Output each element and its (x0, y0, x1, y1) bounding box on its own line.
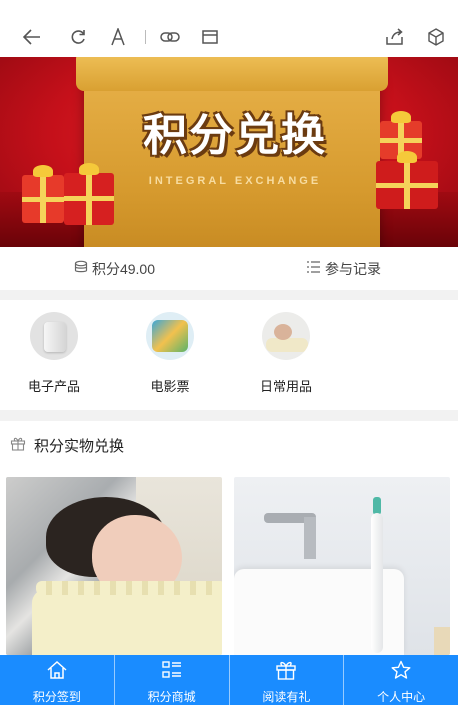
tab-label: 积分签到 (32, 690, 81, 704)
participation-records[interactable]: 参与记录 (229, 259, 458, 279)
gift-left-large (64, 163, 114, 225)
electric-toothbrush-photo (234, 477, 450, 655)
category-label: 日常用品 (259, 379, 312, 394)
share-icon[interactable] (384, 26, 406, 48)
category-electronics[interactable]: 电子产品 (6, 312, 102, 395)
movie-ticket-image (146, 312, 194, 360)
points-bar: 积分49.00 参与记录 (0, 247, 458, 290)
banner-subtitle: INTEGRAL EXCHANGE (148, 175, 322, 187)
product-card-pillow[interactable] (6, 477, 222, 655)
star-icon (390, 660, 412, 685)
gift-right-bottom (376, 151, 438, 209)
tab-reading-gift[interactable]: 阅读有礼 (228, 655, 344, 705)
section-title: 积分实物兑换 (34, 438, 125, 455)
category-label: 电子产品 (27, 379, 80, 394)
gift-box-lid (76, 57, 388, 91)
home-icon (46, 660, 68, 685)
list-icon (306, 260, 321, 277)
gift-icon (275, 660, 297, 685)
link-icon[interactable] (159, 26, 181, 48)
tab-label: 阅读有礼 (262, 690, 311, 704)
category-movie-tickets[interactable]: 电影票 (122, 312, 218, 395)
gift-icon (10, 436, 26, 455)
coins-icon (74, 260, 88, 277)
category-label: 电影票 (150, 379, 190, 394)
points-balance-label: 积分49.00 (91, 260, 156, 277)
pillow-image (262, 312, 310, 360)
records-label: 参与记录 (325, 260, 381, 277)
cube-icon[interactable] (425, 26, 447, 48)
category-row: 电子产品 电影票 日常用品 (0, 300, 458, 410)
gift-left-small (22, 165, 64, 223)
tab-label: 个人中心 (377, 690, 426, 704)
exchange-banner[interactable]: 积分兑换 INTEGRAL EXCHANGE (0, 57, 458, 247)
window-icon[interactable] (199, 26, 221, 48)
toolbar-divider (145, 30, 146, 44)
back-arrow-icon[interactable] (21, 26, 43, 48)
points-balance[interactable]: 积分49.00 (0, 259, 229, 279)
browser-toolbar (0, 0, 458, 57)
font-size-icon[interactable] (107, 26, 129, 48)
bottom-tab-bar: 积分签到 积分商城 阅读有礼 个人中心 (0, 655, 458, 705)
speaker-product-image (30, 312, 78, 360)
physical-exchange-section: 积分实物兑换 (0, 421, 458, 655)
banner-title: 积分兑换 (143, 110, 327, 161)
tab-label: 积分商城 (147, 690, 196, 704)
tab-points-mall[interactable]: 积分商城 (113, 655, 229, 705)
tab-checkin[interactable]: 积分签到 (0, 655, 114, 705)
list-icon (161, 660, 183, 685)
refresh-icon[interactable] (67, 26, 89, 48)
product-card-toothbrush[interactable] (234, 477, 450, 655)
section-header: 积分实物兑换 (10, 435, 124, 456)
latex-pillow-photo (6, 477, 222, 655)
category-daily-goods[interactable]: 日常用品 (238, 312, 334, 395)
tab-personal-center[interactable]: 个人中心 (343, 655, 458, 705)
